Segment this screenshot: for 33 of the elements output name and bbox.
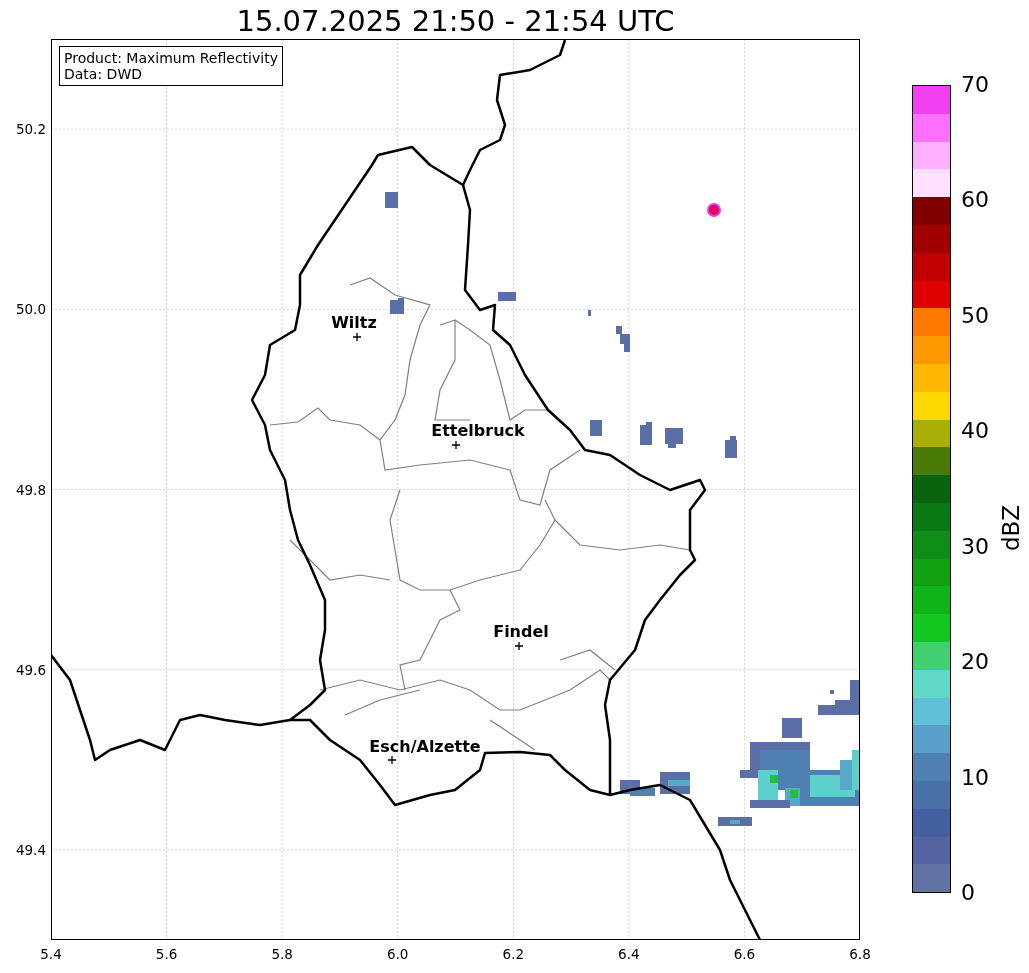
cross-marker-icon: [451, 440, 461, 450]
city-label: Findel: [493, 623, 549, 641]
colorbar-tick-label: 70: [961, 72, 989, 98]
city-label: Esch/Alzette: [369, 738, 481, 756]
y-tick-label: 50.0: [15, 301, 46, 318]
cross-marker-icon: [352, 332, 362, 342]
cross-marker-icon: [387, 755, 397, 765]
colorbar-tick-label: 10: [961, 764, 989, 791]
y-tick-label: 49.4: [15, 841, 46, 858]
colorbar-label: dBZ: [998, 504, 1024, 552]
info-text: Product: Maximum Reflectivity: [64, 50, 278, 66]
y-tick-label: 50.2: [15, 121, 46, 138]
colorbar-tick-label: 20: [961, 649, 989, 676]
chart-title: 15.07.2025 21:50 - 21:54 UTC: [236, 4, 675, 38]
y-tick-label: 49.6: [15, 661, 46, 678]
x-tick-label: 6.2: [502, 946, 524, 962]
x-tick-label: 6.4: [618, 946, 640, 962]
city-label: Wiltz: [331, 314, 377, 332]
colorbar-tick-label: 0: [961, 880, 975, 906]
x-tick-label: 6.0: [386, 946, 409, 962]
y-tick-label: 49.8: [15, 481, 46, 498]
city-label: Ettelbruck: [431, 422, 525, 440]
x-tick-label: 5.8: [271, 946, 293, 962]
x-tick-label: 6.6: [733, 946, 756, 962]
x-tick-label: 5.6: [155, 946, 178, 962]
x-tick-label: 5.4: [40, 946, 62, 962]
cross-marker-icon: [514, 641, 524, 651]
colorbar-tick-label: 50: [961, 302, 989, 329]
colorbar-tick-label: 60: [961, 187, 989, 214]
colorbar-tick-label: 30: [961, 533, 989, 560]
info-text: Data: DWD: [64, 66, 143, 82]
colorbar-tick-label: 40: [961, 418, 989, 445]
x-tick-label: 6.8: [849, 946, 871, 962]
